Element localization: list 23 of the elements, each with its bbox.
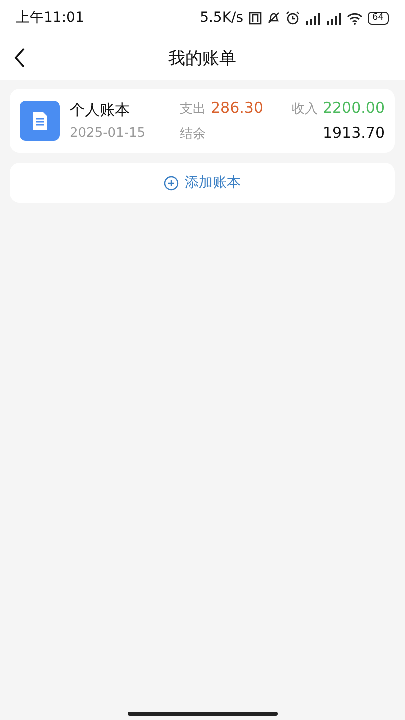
income-amount: 2200.00 [322,99,385,117]
balance-label: 结余 [180,126,206,143]
alarm-icon [286,11,300,25]
balance-amount: 1913.70 [322,124,385,142]
network-speed: 5.5K/s [200,10,244,26]
book-date: 2025-01-15 [70,126,147,141]
add-book-button[interactable]: 添加账本 [10,163,395,203]
page-title: 我的账单 [168,48,236,70]
battery-level: 64 [368,12,389,24]
back-icon[interactable] [14,48,26,68]
expense-label: 支出 [180,101,206,118]
wifi-icon [346,12,363,24]
book-name: 个人账本 [70,101,131,120]
nfc-icon [248,12,262,24]
expense-amount: 286.30 [211,99,264,117]
mute-icon [266,11,281,25]
account-book-card[interactable]: 个人账本 2025-01-15 支出 286.30 收入 2200.00 结余 1913.70 [10,89,395,153]
income-label: 收入 [292,101,318,118]
document-icon [20,101,60,141]
add-icon [164,176,179,190]
signal-icon [326,12,342,24]
status-time: 上午11:01 [16,9,86,27]
signal-icon [304,12,321,24]
